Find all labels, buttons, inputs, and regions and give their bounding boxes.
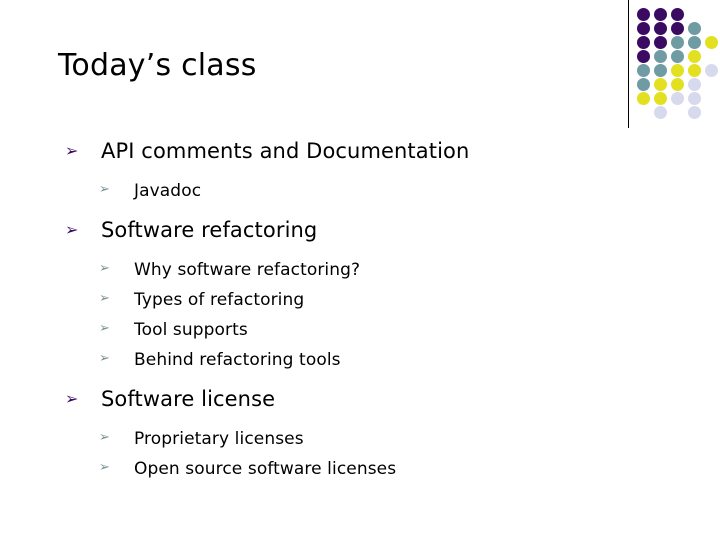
outline-item-label: API comments and Documentation bbox=[101, 139, 470, 163]
dot-yellow bbox=[654, 92, 667, 105]
dot-teal bbox=[671, 36, 684, 49]
dot-lavender bbox=[654, 106, 667, 119]
outline-item-l2-types-of-refactoring: ➢ Types of refactoring bbox=[58, 285, 618, 315]
dot-grid-graphic bbox=[620, 0, 720, 132]
dot-yellow bbox=[688, 64, 701, 77]
bullet-arrow-icon: ➢ bbox=[99, 261, 110, 276]
bullet-arrow-icon: ➢ bbox=[65, 141, 79, 160]
page-title: Today’s class bbox=[58, 48, 257, 83]
dot-grid bbox=[637, 8, 720, 128]
outline-item-label: Behind refactoring tools bbox=[134, 350, 341, 370]
dot-teal bbox=[637, 64, 650, 77]
outline-item-label: Why software refactoring? bbox=[134, 260, 361, 280]
bullet-arrow-icon: ➢ bbox=[65, 220, 79, 239]
dot-teal bbox=[688, 36, 701, 49]
outline-item-l1-api-comments-and-documentation: ➢ API comments and Documentation bbox=[58, 136, 618, 170]
dot-yellow bbox=[671, 78, 684, 91]
outline-item-l2-why-software-refactoring: ➢ Why software refactoring? bbox=[58, 255, 618, 285]
dot-purple bbox=[637, 50, 650, 63]
dot-yellow bbox=[637, 92, 650, 105]
outline-item-l2-proprietary-licenses: ➢ Proprietary licenses bbox=[58, 424, 618, 454]
outline-item-l2-behind-refactoring-tools: ➢ Behind refactoring tools bbox=[58, 345, 618, 375]
dot-lavender bbox=[671, 92, 684, 105]
dot-teal bbox=[637, 78, 650, 91]
outline-item-label: Proprietary licenses bbox=[134, 429, 304, 449]
outline-item-l2-javadoc: ➢ Javadoc bbox=[58, 176, 618, 206]
dot-lavender bbox=[688, 78, 701, 91]
vertical-rule-divider bbox=[628, 0, 629, 128]
outline-item-label: Open source software licenses bbox=[134, 459, 397, 479]
dot-purple bbox=[654, 22, 667, 35]
bullet-arrow-icon: ➢ bbox=[99, 460, 110, 475]
dot-purple bbox=[637, 22, 650, 35]
dot-yellow bbox=[654, 78, 667, 91]
dot-teal bbox=[671, 50, 684, 63]
dot-lavender bbox=[705, 64, 718, 77]
bullet-arrow-icon: ➢ bbox=[99, 182, 110, 197]
dot-lavender bbox=[688, 92, 701, 105]
dot-yellow bbox=[671, 64, 684, 77]
dot-purple bbox=[671, 22, 684, 35]
dot-purple bbox=[671, 8, 684, 21]
outline-item-l1-software-refactoring: ➢ Software refactoring bbox=[58, 215, 618, 249]
outline-item-l2-open-source-software-licenses: ➢ Open source software licenses bbox=[58, 454, 618, 484]
dot-purple bbox=[637, 8, 650, 21]
dot-lavender bbox=[688, 106, 701, 119]
slide-canvas: Today’s class ➢ API comments and Document… bbox=[0, 0, 720, 540]
bullet-arrow-icon: ➢ bbox=[99, 291, 110, 306]
bullet-arrow-icon: ➢ bbox=[99, 351, 110, 366]
outline-item-l2-tool-supports: ➢ Tool supports bbox=[58, 315, 618, 345]
dot-purple bbox=[637, 36, 650, 49]
dot-yellow bbox=[688, 50, 701, 63]
dot-yellow bbox=[705, 36, 718, 49]
dot-purple bbox=[654, 36, 667, 49]
bullet-arrow-icon: ➢ bbox=[65, 389, 79, 408]
outline-item-label: Javadoc bbox=[134, 181, 202, 201]
dot-teal bbox=[688, 22, 701, 35]
outline-item-label: Software refactoring bbox=[101, 218, 318, 242]
outline-body: ➢ API comments and Documentation ➢ Javadoc ➢… bbox=[58, 136, 618, 484]
bullet-arrow-icon: ➢ bbox=[99, 321, 110, 336]
dot-teal bbox=[654, 50, 667, 63]
outline-item-label: Software license bbox=[101, 387, 276, 411]
dot-teal bbox=[654, 64, 667, 77]
outline-item-label: Tool supports bbox=[134, 320, 248, 340]
outline-item-label: Types of refactoring bbox=[134, 290, 305, 310]
outline-item-l1-software-license: ➢ Software license bbox=[58, 384, 618, 418]
dot-purple bbox=[654, 8, 667, 21]
bullet-arrow-icon: ➢ bbox=[99, 430, 110, 445]
